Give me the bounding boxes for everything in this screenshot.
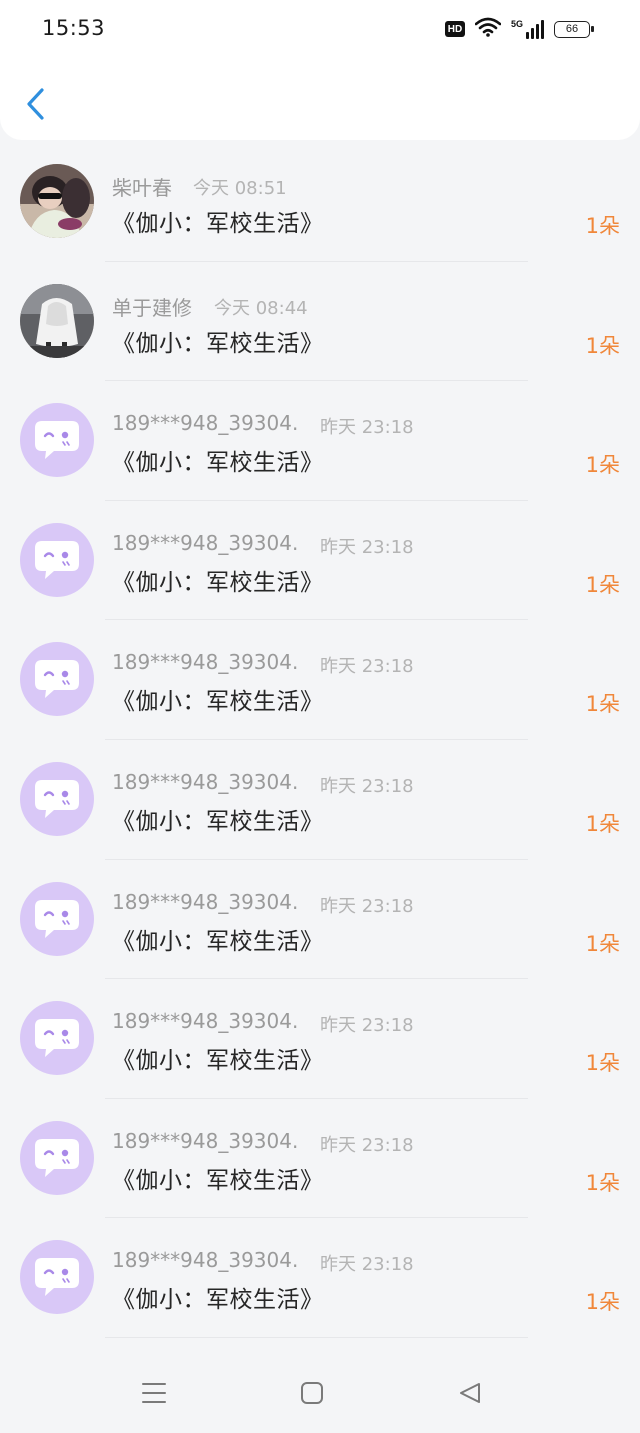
signal-bar [526, 32, 529, 39]
gift-count: 1朵 [585, 931, 620, 956]
gift-time: 昨天 23:18 [320, 417, 414, 439]
header: 15:53 HD 5G 66 [0, 0, 640, 140]
user-name: 单于建修 [112, 295, 192, 320]
user-name: 189***948_39304... [112, 530, 297, 555]
gift-time: 昨天 23:18 [320, 775, 414, 797]
book-title: 《伽小：军校生活》 [112, 928, 324, 955]
gift-count: 1朵 [585, 214, 620, 238]
hd-icon: HD [444, 21, 465, 37]
cellular-signal-icon: 5G [511, 19, 544, 39]
nav-back-button[interactable] [450, 1376, 490, 1410]
list-item[interactable]: 189***948_39304... 昨天 23:18 《伽小：军校生活》 1朵 [0, 620, 640, 740]
book-title: 《伽小：军校生活》 [112, 1167, 324, 1194]
home-button[interactable] [292, 1376, 332, 1410]
status-bar: 15:53 HD 5G 66 [0, 0, 640, 58]
menu-button[interactable] [134, 1376, 174, 1410]
list-item[interactable]: 189***948_39304... 昨天 23:18 《伽小：军校生活》 1朵 [0, 860, 640, 980]
chevron-left-icon [27, 88, 44, 120]
default-chat-bubble-icon [35, 660, 79, 699]
book-title: 《伽小：军校生活》 [112, 1048, 324, 1075]
user-name: 189***948_39304... [112, 1128, 297, 1153]
gift-count: 1朵 [585, 692, 620, 717]
user-photo [20, 164, 94, 238]
gift-time: 今天 08:44 [214, 297, 308, 319]
gift-count: 1朵 [585, 333, 620, 358]
gift-record-list: 柴叶春 今天 08:51 《伽小：军校生活》 1朵 单于建修 今天 08:44 … [0, 142, 640, 1338]
gift-time: 昨天 23:18 [320, 1134, 414, 1156]
gift-time: 昨天 23:18 [320, 536, 414, 558]
status-icons: HD 5G 66 [444, 17, 594, 41]
back-triangle-icon [460, 1383, 480, 1403]
list-item[interactable]: 189***948_39304... 昨天 23:18 《伽小：军校生活》 1朵 [0, 979, 640, 1099]
book-title: 《伽小：军校生活》 [112, 450, 324, 477]
avatar[interactable] [20, 164, 94, 238]
menu-icon [142, 1383, 166, 1403]
gift-time: 昨天 23:18 [320, 656, 414, 678]
signal-bar [536, 24, 539, 39]
avatar[interactable] [20, 881, 94, 956]
gift-count: 1朵 [585, 1051, 620, 1076]
gift-time: 今天 08:51 [193, 178, 287, 199]
default-chat-bubble-icon [35, 421, 79, 460]
list-item[interactable]: 189***948_39304... 昨天 23:18 《伽小：军校生活》 1朵 [0, 381, 640, 501]
system-nav-bar [0, 1352, 640, 1433]
battery-level: 66 [565, 23, 579, 35]
book-title: 《伽小：军校生活》 [112, 569, 324, 596]
default-chat-bubble-icon [35, 1258, 79, 1297]
gift-time: 昨天 23:18 [320, 895, 414, 917]
default-chat-bubble-icon [35, 1019, 79, 1058]
book-title: 《伽小：军校生活》 [112, 689, 324, 716]
signal-bar [541, 20, 544, 39]
signal-bar [531, 28, 534, 39]
avatar[interactable] [20, 403, 94, 478]
gift-time: 昨天 23:18 [320, 1015, 414, 1037]
gift-count: 1朵 [585, 1290, 620, 1315]
wifi-icon [474, 17, 502, 41]
user-photo [20, 283, 94, 358]
avatar[interactable] [20, 1240, 94, 1315]
default-chat-bubble-icon [35, 899, 79, 938]
gift-count: 1朵 [585, 572, 620, 597]
book-title: 《伽小：军校生活》 [112, 330, 324, 357]
divider [105, 1336, 528, 1338]
avatar[interactable] [20, 761, 94, 836]
gift-count: 1朵 [585, 453, 620, 478]
list-item[interactable]: 189***948_39304... 昨天 23:18 《伽小：军校生活》 1朵 [0, 740, 640, 860]
avatar[interactable] [20, 522, 94, 597]
gift-count: 1朵 [585, 1170, 620, 1195]
gift-time: 昨天 23:18 [320, 1254, 414, 1276]
default-chat-bubble-icon [35, 540, 79, 579]
list-item[interactable]: 单于建修 今天 08:44 《伽小：军校生活》 1朵 [0, 262, 640, 382]
avatar[interactable] [20, 1120, 94, 1195]
back-button[interactable] [16, 82, 56, 126]
user-name: 189***948_39304... [112, 1009, 297, 1034]
user-name: 189***948_39304... [112, 769, 297, 794]
user-name: 189***948_39304... [112, 1248, 297, 1273]
home-square-icon [301, 1382, 323, 1404]
user-name: 189***948_39304... [112, 650, 297, 675]
avatar[interactable] [20, 642, 94, 717]
gift-count: 1朵 [585, 811, 620, 836]
user-name: 189***948_39304... [112, 411, 297, 436]
list-item[interactable]: 189***948_39304... 昨天 23:18 《伽小：军校生活》 1朵 [0, 501, 640, 621]
list-item[interactable]: 189***948_39304... 昨天 23:18 《伽小：军校生活》 1朵 [0, 1099, 640, 1219]
avatar[interactable] [20, 1001, 94, 1076]
user-name: 189***948_39304... [112, 889, 297, 914]
book-title: 《伽小：军校生活》 [112, 211, 324, 237]
default-chat-bubble-icon [35, 1138, 79, 1177]
default-chat-bubble-icon [35, 779, 79, 818]
user-name: 柴叶春 [112, 176, 172, 200]
list-item[interactable]: 189***948_39304... 昨天 23:18 《伽小：军校生活》 1朵 [0, 1218, 640, 1338]
book-title: 《伽小：军校生活》 [112, 808, 324, 835]
list-item[interactable]: 柴叶春 今天 08:51 《伽小：军校生活》 1朵 [0, 142, 640, 262]
network-type-label: 5G [510, 19, 523, 29]
book-title: 《伽小：军校生活》 [112, 1287, 324, 1314]
avatar[interactable] [20, 283, 94, 358]
battery-icon: 66 [554, 20, 594, 38]
status-time: 15:53 [42, 16, 106, 40]
